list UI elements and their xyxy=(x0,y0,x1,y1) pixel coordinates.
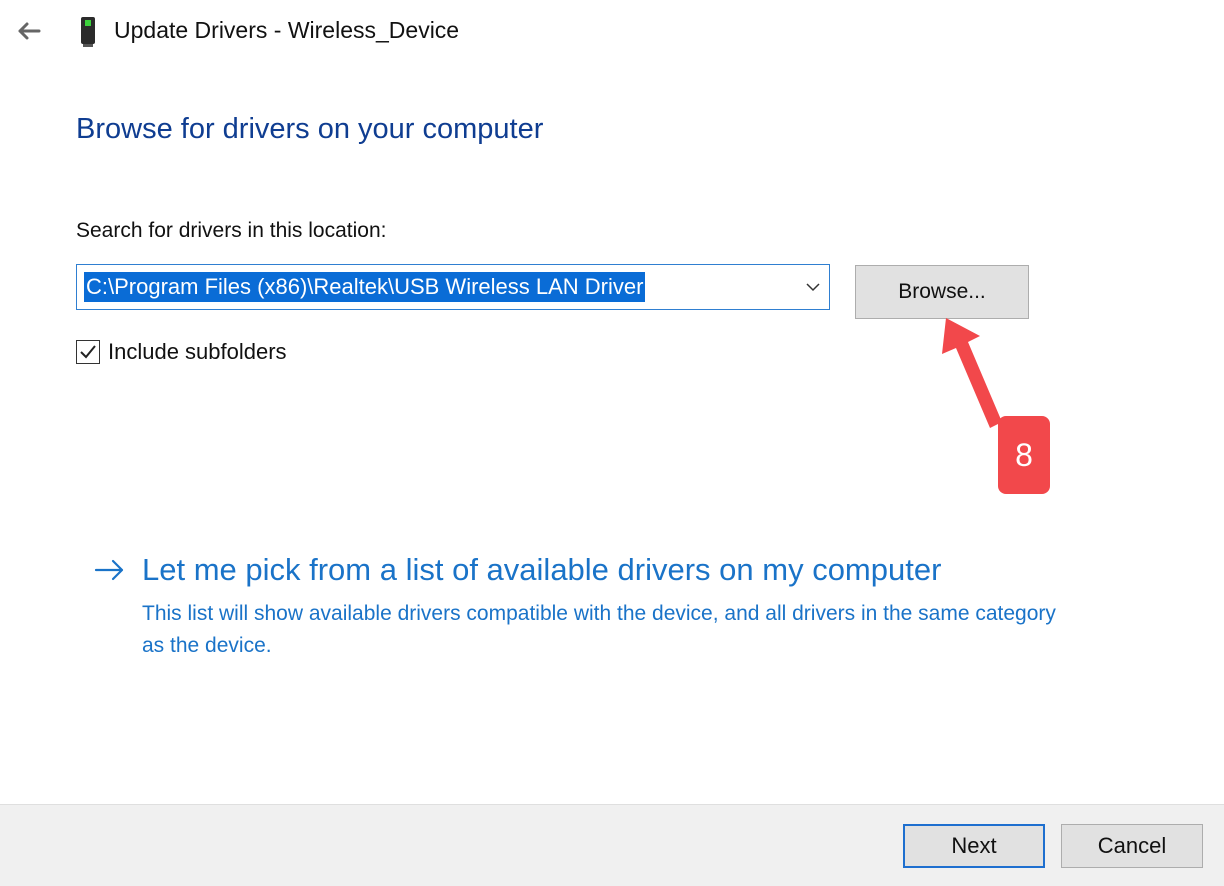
driver-path-combobox[interactable]: C:\Program Files (x86)\Realtek\USB Wirel… xyxy=(76,264,830,310)
driver-path-value[interactable]: C:\Program Files (x86)\Realtek\USB Wirel… xyxy=(84,272,646,302)
page-heading: Browse for drivers on your computer xyxy=(76,113,544,145)
pick-from-list-title[interactable]: Let me pick from a list of available dri… xyxy=(142,552,941,588)
back-button[interactable] xyxy=(14,16,44,46)
include-subfolders-label: Include subfolders xyxy=(108,339,287,364)
step-number-badge: 8 xyxy=(998,416,1050,494)
search-location-label: Search for drivers in this location: xyxy=(76,219,387,242)
wireless-device-icon xyxy=(81,17,95,47)
include-subfolders-checkbox[interactable]: Include subfolders xyxy=(76,337,287,367)
checkmark-icon xyxy=(80,345,96,359)
cancel-button[interactable]: Cancel xyxy=(1061,824,1203,868)
pick-from-list-description: This list will show available drivers co… xyxy=(142,602,1056,657)
checkbox-box[interactable] xyxy=(76,340,100,364)
next-button[interactable]: Next xyxy=(903,824,1045,868)
back-arrow-icon xyxy=(18,22,41,40)
title-bar: Update Drivers - Wireless_Device xyxy=(0,0,1224,64)
chevron-down-icon[interactable] xyxy=(805,279,821,295)
dialog-footer: Next Cancel xyxy=(0,804,1224,886)
arrow-right-icon xyxy=(94,559,124,581)
window-title: Update Drivers - Wireless_Device xyxy=(114,17,460,43)
